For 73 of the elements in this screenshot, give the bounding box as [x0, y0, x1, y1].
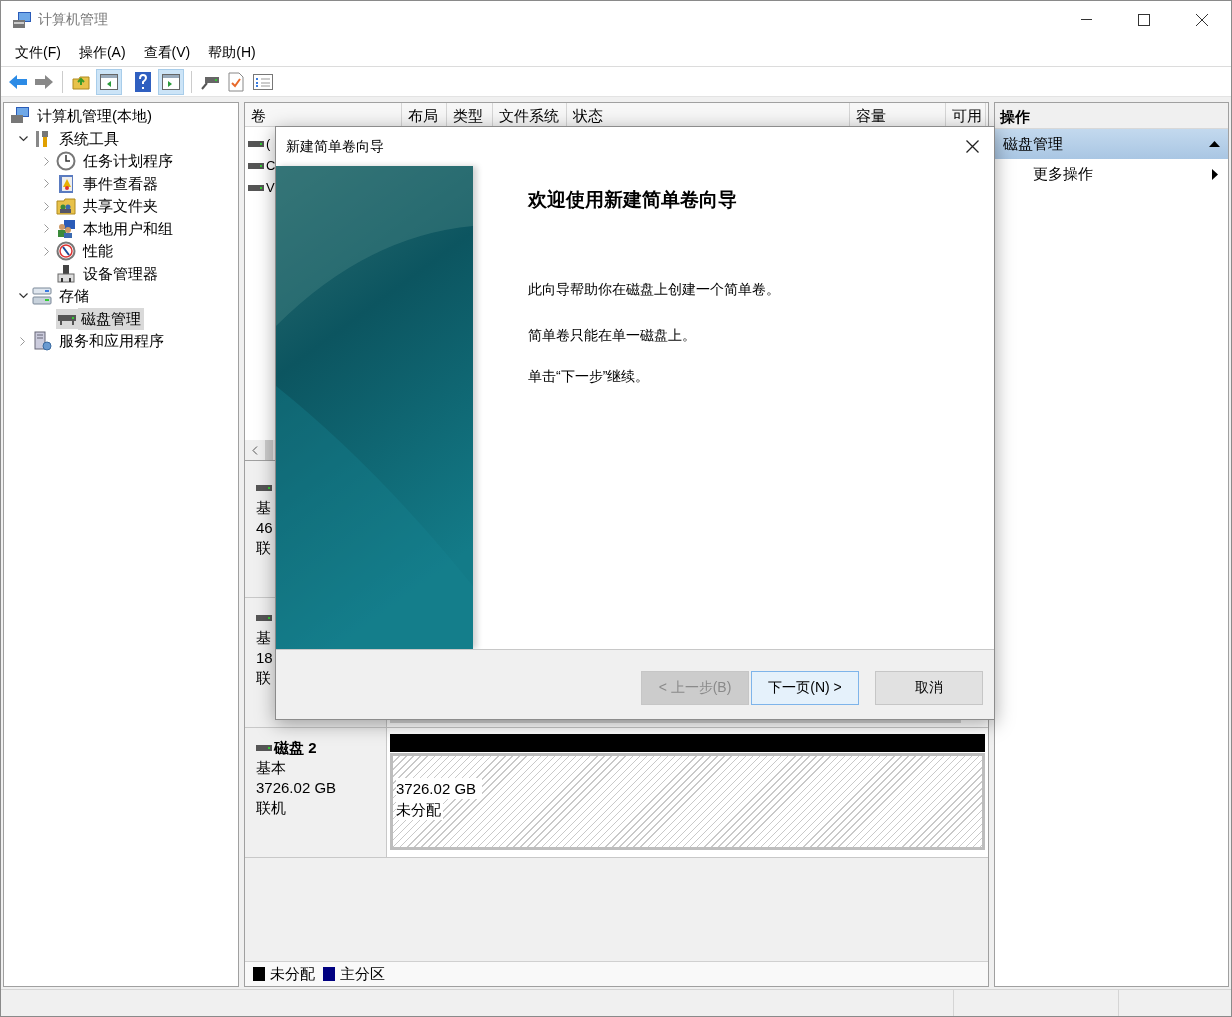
clock-icon — [56, 151, 76, 172]
drive-icon — [248, 141, 264, 147]
action-item[interactable]: 更多操作 — [995, 159, 1228, 189]
tree-item[interactable]: 任务计划程序 — [80, 150, 176, 173]
tree-item[interactable]: 本地用户和组 — [80, 217, 176, 240]
menu-item[interactable]: 帮助(H) — [200, 40, 264, 64]
partition-size: 3726.02 GB — [396, 778, 483, 799]
legend-label: 未分配 — [270, 963, 315, 984]
wizard-text: 简单卷只能在单一磁盘上。 — [528, 325, 697, 345]
partition-status: 未分配 — [396, 799, 443, 820]
menu-item[interactable]: 查看(V) — [135, 40, 199, 64]
tree-item[interactable]: 服务和应用程序 — [56, 330, 167, 353]
close-icon — [1196, 13, 1208, 26]
disk-info: 46 — [256, 518, 274, 538]
expand-chevron-icon[interactable] — [44, 156, 50, 166]
expand-chevron-icon[interactable] — [20, 336, 26, 346]
close-button[interactable] — [964, 138, 980, 155]
close-icon — [965, 140, 979, 153]
disk-info: 3726.02 GB — [256, 778, 338, 798]
disk-info: 联 — [256, 668, 272, 688]
storage-icon — [32, 286, 52, 307]
computer-icon — [12, 10, 32, 29]
tree-item[interactable]: 设备管理器 — [80, 262, 161, 285]
submenu-arrow-icon — [1212, 168, 1218, 180]
wizard-button[interactable]: 下一页(N) > — [751, 670, 859, 705]
log-book-icon — [56, 173, 76, 194]
wizard-button[interactable]: 取消 — [875, 670, 983, 705]
expand-chevron-icon[interactable] — [44, 246, 50, 256]
help-button[interactable] — [132, 70, 154, 93]
expand-chevron-icon[interactable] — [44, 201, 50, 211]
legend-label: 主分区 — [340, 963, 385, 984]
collapse-chevron-icon[interactable] — [18, 135, 28, 142]
expand-chevron-icon[interactable] — [44, 224, 50, 234]
drive-icon — [248, 185, 264, 191]
tree-item[interactable]: 共享文件夹 — [80, 195, 161, 218]
disk-info: 18 — [256, 648, 274, 668]
tree-item[interactable]: 存储 — [56, 285, 92, 308]
tree-item[interactable]: 事件查看器 — [80, 172, 161, 195]
drive-icon — [248, 163, 264, 169]
disk-info: 联机 — [256, 798, 287, 818]
tree-item[interactable]: 磁盘管理 — [78, 307, 144, 330]
disk-info: 基本 — [256, 758, 287, 778]
checklist-button[interactable] — [225, 70, 247, 93]
wizard-heading: 欢迎使用新建简单卷向导 — [528, 188, 738, 212]
menu-item[interactable]: 文件(F) — [7, 40, 69, 64]
action-section-header[interactable]: 磁盘管理 — [995, 129, 1228, 159]
tree-item[interactable]: 计算机管理(本地) — [34, 105, 155, 128]
dialog-title: 新建简单卷向导 — [286, 137, 385, 156]
disk-info: 联 — [256, 538, 272, 558]
disk-info: 基 — [256, 628, 272, 648]
disk-info: 基 — [256, 498, 272, 518]
show-tree-button[interactable] — [96, 68, 122, 95]
wizard-text: 此向导帮助你在磁盘上创建一个简单卷。 — [528, 279, 781, 299]
tree-item[interactable]: 系统工具 — [56, 127, 122, 150]
collapse-chevron-icon[interactable] — [18, 293, 28, 300]
disk-name: 磁盘 2 — [274, 738, 317, 758]
menu-item[interactable]: 操作(A) — [70, 40, 134, 64]
device-icon — [56, 263, 76, 284]
scrollbar-thumb[interactable] — [265, 440, 273, 460]
users-icon — [56, 218, 76, 239]
pane-title: 操作 — [995, 103, 1228, 129]
chevron-left-icon — [252, 445, 258, 455]
expand-chevron-icon[interactable] — [44, 179, 50, 189]
maximize-icon — [1138, 13, 1150, 26]
wizard-text: 单击“下一步”继续。 — [528, 366, 651, 386]
volume-name: C — [266, 157, 276, 176]
volume-name: V — [266, 179, 275, 198]
partition-block[interactable]: 3726.02 GB 未分配 — [390, 753, 985, 850]
tree-item[interactable]: 性能 — [80, 240, 116, 263]
window-title: 计算机管理 — [38, 10, 108, 29]
shared-folder-icon — [56, 196, 76, 217]
show-action-pane-button[interactable] — [158, 68, 184, 95]
volume-name: ( — [266, 135, 271, 154]
